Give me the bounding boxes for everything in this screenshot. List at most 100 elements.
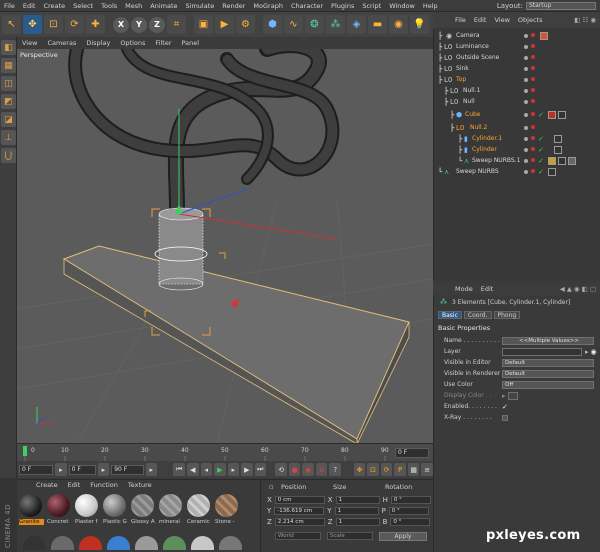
objects-menu-file[interactable]: File xyxy=(451,16,470,24)
menu-plugins[interactable]: Plugins xyxy=(327,2,358,10)
render-visibility-icon[interactable] xyxy=(531,169,535,173)
editor-visibility-icon[interactable] xyxy=(524,77,528,82)
material-swatch[interactable] xyxy=(219,536,242,550)
layer-field[interactable] xyxy=(502,347,582,356)
scene-floor-icon[interactable]: ▬ xyxy=(368,15,387,34)
menu-mesh[interactable]: Mesh xyxy=(121,2,146,10)
viewport-menu-view[interactable]: View xyxy=(17,39,42,47)
layer-menu-icon[interactable]: ▸ xyxy=(585,348,589,356)
use-color-dropdown[interactable]: Off xyxy=(502,380,594,389)
material-swatch[interactable] xyxy=(191,536,214,550)
material-swatch[interactable] xyxy=(23,536,46,550)
objects-tags-icon[interactable]: ◧ ☷ ◉ xyxy=(570,16,600,24)
material-swatch[interactable] xyxy=(51,536,74,550)
prev-frame-icon[interactable]: ◂ xyxy=(200,463,213,476)
key-scale-icon[interactable]: ⊡ xyxy=(367,463,379,476)
attributes-menu-mode[interactable]: Mode xyxy=(451,285,477,293)
editor-visibility-icon[interactable] xyxy=(524,88,528,93)
editor-visibility-icon[interactable] xyxy=(524,33,528,38)
cube-object-icon[interactable]: ⬢ xyxy=(263,15,282,34)
render-visibility-icon[interactable] xyxy=(531,33,535,37)
objects-menu-objects[interactable]: Objects xyxy=(514,16,547,24)
rotation-b-field[interactable]: 0 ° xyxy=(390,518,431,526)
render-visibility-icon[interactable] xyxy=(531,88,535,92)
object-row[interactable]: ┣ ◉ Camera xyxy=(434,30,600,41)
magnet-icon[interactable]: ⋃ xyxy=(1,148,16,163)
axis-mode-icon[interactable]: ⊥ xyxy=(1,130,16,145)
size-x-field[interactable]: 1 xyxy=(335,496,380,504)
editor-visibility-icon[interactable] xyxy=(524,44,528,49)
viewport-menu-options[interactable]: Options xyxy=(115,39,150,47)
name-field[interactable]: <<Multiple Values>> xyxy=(502,336,594,345)
editor-visibility-icon[interactable] xyxy=(524,99,528,104)
render-visibility-icon[interactable] xyxy=(531,125,535,129)
editor-visibility-icon[interactable] xyxy=(524,112,528,117)
next-key-icon[interactable]: ▶ xyxy=(241,463,253,476)
render-visibility-icon[interactable] xyxy=(531,136,535,140)
material-menu-edit[interactable]: Edit xyxy=(63,481,86,489)
object-row[interactable]: ┣ L0 Null xyxy=(434,96,600,107)
layout-dropdown[interactable]: Startup xyxy=(526,1,596,10)
render-visibility-icon[interactable] xyxy=(531,66,535,70)
render-settings-icon[interactable]: ⚙ xyxy=(236,15,255,34)
menu-mograph[interactable]: MoGraph xyxy=(249,2,287,10)
editor-visibility-icon[interactable] xyxy=(524,136,528,141)
nurbs-icon[interactable]: ❂ xyxy=(305,15,324,34)
coord-menu-icon[interactable]: ▫ xyxy=(269,483,273,491)
material-tag-icon[interactable] xyxy=(568,156,576,165)
material-tag-icon[interactable] xyxy=(554,145,562,154)
attributes-nav-icon[interactable]: ◀ ▲ ◉ ◧ ▢ xyxy=(556,285,600,293)
position-x-field[interactable]: 0 cm xyxy=(274,496,325,504)
objects-menu-view[interactable]: View xyxy=(490,16,513,24)
material-tag-icon[interactable] xyxy=(554,134,562,143)
x-axis-button[interactable]: X xyxy=(113,16,129,33)
go-to-start-icon[interactable]: ⏮ xyxy=(173,463,185,476)
autokey-icon[interactable]: ◉ xyxy=(302,463,314,476)
render-visibility-icon[interactable] xyxy=(531,158,535,162)
material-menu-texture[interactable]: Texture xyxy=(123,481,157,489)
object-row[interactable]: ┣ L0 Outside Scene xyxy=(434,52,600,63)
render-view-icon[interactable]: ▣ xyxy=(194,15,213,34)
loop-icon[interactable]: ⟲ xyxy=(275,463,287,476)
material-ceramic[interactable]: Ceramic xyxy=(187,494,212,532)
viewport-menu-panel[interactable]: Panel xyxy=(177,39,205,47)
enabled-check-icon[interactable]: ✓ xyxy=(538,111,544,119)
material-menu-function[interactable]: Function xyxy=(85,481,123,489)
size-mode-dropdown[interactable]: Scale xyxy=(327,532,373,540)
current-frame-field[interactable]: 0 F xyxy=(19,464,54,475)
material-swatch[interactable] xyxy=(79,536,102,550)
render-visibility-icon[interactable] xyxy=(531,44,535,48)
position-z-field[interactable]: 2.214 cm xyxy=(274,518,325,526)
add-tool-icon[interactable]: ✚ xyxy=(86,15,105,34)
editor-visibility-icon[interactable] xyxy=(524,66,528,71)
enabled-check-icon[interactable]: ✓ xyxy=(538,146,544,154)
render-visibility-icon[interactable] xyxy=(531,77,535,81)
menu-select[interactable]: Select xyxy=(69,2,97,10)
key-param-icon[interactable]: P xyxy=(394,463,406,476)
go-to-end-icon[interactable]: ⏭ xyxy=(254,463,267,476)
menu-help[interactable]: Help xyxy=(419,2,442,10)
record-icon[interactable]: ● xyxy=(288,463,301,476)
display-color-swatch[interactable] xyxy=(507,391,518,400)
object-row[interactable]: ┣ L0 Null.2 xyxy=(434,122,600,133)
next-frame-icon[interactable]: ▸ xyxy=(227,463,240,476)
position-y-field[interactable]: -136.619 cm xyxy=(274,507,325,515)
material-glossy[interactable]: Glossy A xyxy=(131,494,156,532)
enabled-check-icon[interactable]: ✓ xyxy=(538,135,544,143)
keyframe-selection-icon[interactable]: ⊘ xyxy=(315,463,328,476)
object-row[interactable]: ┣ L0 Sink xyxy=(434,63,600,74)
z-axis-button[interactable]: Z xyxy=(149,16,165,33)
move-tool-icon[interactable]: ✥ xyxy=(23,15,42,34)
xray-checkbox[interactable] xyxy=(502,414,508,421)
visible-editor-dropdown[interactable]: Default xyxy=(502,358,594,367)
material-plastic[interactable]: Plastic G xyxy=(103,494,128,532)
size-y-field[interactable]: 1 xyxy=(334,507,379,515)
undo-arrow-icon[interactable]: ↖ xyxy=(2,15,21,34)
enabled-check-icon[interactable]: ✓ xyxy=(538,168,544,176)
editor-visibility-icon[interactable] xyxy=(524,147,528,152)
visible-renderer-dropdown[interactable]: Default xyxy=(502,369,594,378)
polygons-mode-icon[interactable]: ◪ xyxy=(1,112,16,127)
viewport-menu-filter[interactable]: Filter xyxy=(150,39,176,47)
model-mode-icon[interactable]: ◧ xyxy=(1,40,16,55)
object-row[interactable]: ┣ L0 Null.1 xyxy=(434,85,600,96)
